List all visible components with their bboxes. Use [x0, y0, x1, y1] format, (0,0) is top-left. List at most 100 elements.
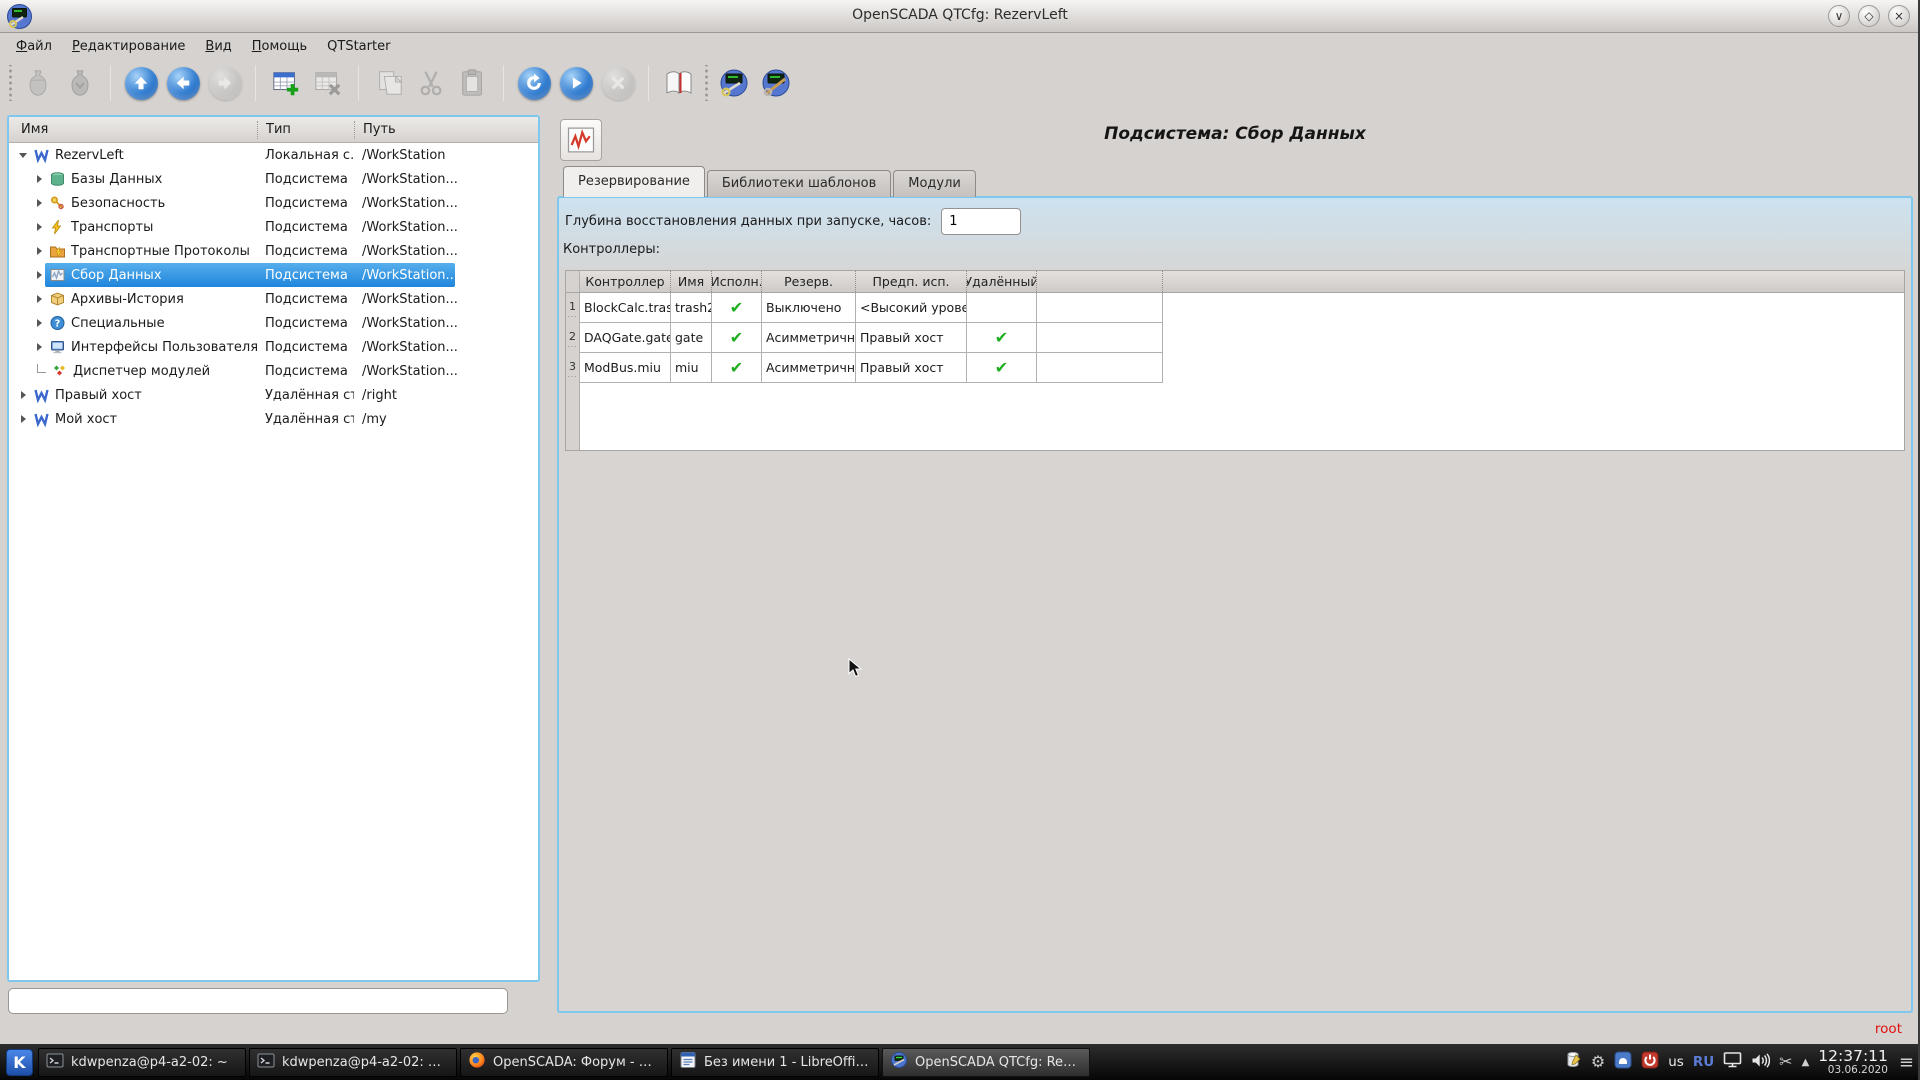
copy-item-button[interactable] — [368, 62, 410, 104]
col-pref[interactable]: Предп. исп. — [856, 271, 967, 292]
forward-button[interactable] — [204, 62, 246, 104]
tree-row-protocols[interactable]: Транспортные Протоколы Подсистема /WorkS… — [9, 239, 538, 263]
expander-closed-icon[interactable] — [31, 247, 47, 255]
menu-edit[interactable]: Редактирование — [62, 37, 195, 56]
blue-app-icon[interactable] — [1614, 1051, 1632, 1073]
qtcfg-starter-button[interactable] — [713, 62, 755, 104]
expander-closed-icon[interactable] — [31, 199, 47, 207]
up-button[interactable] — [120, 62, 162, 104]
tree-row-databases[interactable]: Базы Данных Подсистема /WorkStation... — [9, 167, 538, 191]
toolbar-separator — [358, 65, 359, 101]
taskbar-item-terminal-2[interactable]: kdwpenza@p4-a2-02: ~ <2> — [249, 1048, 457, 1077]
tree-header-path[interactable]: Путь — [354, 121, 538, 139]
col-controller[interactable]: Контроллер — [580, 271, 671, 292]
gear-icon[interactable]: ⚙ — [1591, 1054, 1605, 1070]
tree-header-type[interactable]: Тип — [257, 121, 354, 139]
expander-closed-icon[interactable] — [15, 415, 31, 423]
clock[interactable]: 12:37:11 03.06.2020 — [1818, 1048, 1888, 1077]
col-exec[interactable]: Исполн. — [712, 271, 762, 292]
add-item-button[interactable] — [265, 62, 307, 104]
klipper-scissors-icon[interactable]: ✂ — [1779, 1054, 1792, 1070]
row-number[interactable]: 2... — [566, 323, 579, 353]
tree-row-modsched[interactable]: Диспетчер модулей Подсистема /WorkStatio… — [9, 359, 538, 383]
start-button[interactable] — [555, 62, 597, 104]
tab-reservation[interactable]: Резервирование — [563, 166, 705, 197]
tree-row-my-host[interactable]: Мой хост Удалённая ст... /my — [9, 407, 538, 431]
col-name[interactable]: Имя — [671, 271, 712, 292]
panel-menu-icon[interactable]: ≡ — [1899, 1052, 1914, 1073]
manual-icon — [663, 67, 695, 99]
toolbar-separator — [648, 65, 649, 101]
exec-check-icon: ✔ — [712, 323, 762, 353]
menu-qtstarter[interactable]: QTStarter — [317, 37, 400, 56]
expander-closed-icon[interactable] — [31, 319, 47, 327]
monitor-icon — [49, 339, 66, 355]
expander-closed-icon[interactable] — [31, 175, 47, 183]
controller-row[interactable]: ModBus.miu miu ✔ Асимметричное Правый хо… — [580, 353, 1904, 383]
tray-expand-icon[interactable]: ▲ — [1802, 1057, 1810, 1068]
page-title: Подсистема: Сбор Данных — [557, 124, 1913, 144]
refresh-button[interactable] — [513, 62, 555, 104]
host-icon — [33, 411, 50, 427]
exec-check-icon: ✔ — [712, 293, 762, 323]
delete-item-button[interactable] — [307, 62, 349, 104]
stop-icon — [602, 67, 635, 100]
cut-item-button[interactable] — [410, 62, 452, 104]
row-number[interactable]: 3... — [566, 353, 579, 383]
expander-closed-icon[interactable] — [31, 223, 47, 231]
keyboard-layout-us[interactable]: us — [1668, 1054, 1684, 1070]
controller-row[interactable]: BlockCalc.trash2 trash2 ✔ Выключено <Выс… — [580, 293, 1904, 323]
tree-row-archives[interactable]: Архивы-История Подсистема /WorkStation..… — [9, 287, 538, 311]
expander-open-icon[interactable] — [15, 153, 31, 158]
expander-closed-icon[interactable] — [31, 343, 47, 351]
tree-row-daq[interactable]: Сбор Данных Подсистема /WorkStation... — [9, 263, 538, 287]
expander-closed-icon[interactable] — [31, 271, 47, 279]
toolbar-drag-handle[interactable] — [703, 65, 710, 101]
col-remote[interactable]: Удалённый — [967, 271, 1037, 292]
col-reserve[interactable]: Резерв. — [762, 271, 856, 292]
manual-button[interactable] — [658, 62, 700, 104]
tree-header-name[interactable]: Имя — [9, 122, 257, 137]
notes-icon[interactable] — [1565, 1051, 1582, 1073]
tab-template-libs[interactable]: Библиотеки шаблонов — [707, 170, 891, 197]
controller-row[interactable]: DAQGate.gate gate ✔ Асимметричное Правый… — [580, 323, 1904, 353]
maximize-button[interactable]: ◇ — [1858, 5, 1880, 27]
tree-row-rezervleft[interactable]: RezervLeft Локальная с... /WorkStation — [9, 143, 538, 167]
paste-item-button[interactable] — [452, 62, 494, 104]
tree-row-ui[interactable]: Интерфейсы Пользователя Подсистема /Work… — [9, 335, 538, 359]
minimize-button[interactable]: ∨ — [1828, 5, 1850, 27]
expander-closed-icon[interactable] — [15, 391, 31, 399]
taskbar-item-terminal-1[interactable]: kdwpenza@p4-a2-02: ~ — [38, 1048, 246, 1077]
menu-view[interactable]: Вид — [195, 37, 241, 56]
restore-depth-input[interactable] — [941, 208, 1021, 235]
stop-button[interactable] — [597, 62, 639, 104]
taskbar-item-writer[interactable]: Без имени 1 - LibreOffice Writer — [671, 1048, 879, 1077]
load-from-db-button[interactable] — [17, 62, 59, 104]
taskbar-item-qtcfg[interactable]: OpenSCADA QTCfg: RezervLeft — [882, 1048, 1090, 1077]
volume-icon[interactable] — [1751, 1052, 1770, 1073]
power-icon[interactable] — [1641, 1051, 1659, 1073]
tree-row-special[interactable]: ? Специальные Подсистема /WorkStation... — [9, 311, 538, 335]
window-titlebar: OpenSCADA QTCfg: RezervLeft ∨ ◇ × — [0, 0, 1920, 33]
back-button[interactable] — [162, 62, 204, 104]
taskbar-item-firefox[interactable]: OpenSCADA: Форум - Mozilla Firef... — [460, 1048, 668, 1077]
tree-row-security[interactable]: Безопасность Подсистема /WorkStation... — [9, 191, 538, 215]
keyboard-layout-ru[interactable]: RU — [1693, 1054, 1714, 1070]
tab-modules[interactable]: Модули — [893, 170, 976, 197]
tree-filter-input[interactable] — [8, 988, 508, 1014]
tab-content-pane: Глубина восстановления данных при запуск… — [557, 196, 1913, 1013]
row-number[interactable]: 1... — [566, 293, 579, 323]
mouse-cursor — [848, 658, 864, 682]
vision-starter-button[interactable] — [755, 62, 797, 104]
save-to-db-button[interactable] — [59, 62, 101, 104]
current-user-label: root — [1875, 1021, 1902, 1037]
close-button[interactable]: × — [1888, 5, 1910, 27]
network-monitor-icon[interactable] — [1723, 1051, 1742, 1073]
menu-help[interactable]: Помощь — [242, 37, 317, 56]
toolbar-drag-handle[interactable] — [7, 65, 14, 101]
tree-row-transports[interactable]: Транспорты Подсистема /WorkStation... — [9, 215, 538, 239]
expander-closed-icon[interactable] — [31, 295, 47, 303]
kde-menu-button[interactable]: K — [6, 1049, 33, 1076]
tree-row-right-host[interactable]: Правый хост Удалённая ст... /right — [9, 383, 538, 407]
menu-file[interactable]: Файл — [6, 37, 62, 56]
